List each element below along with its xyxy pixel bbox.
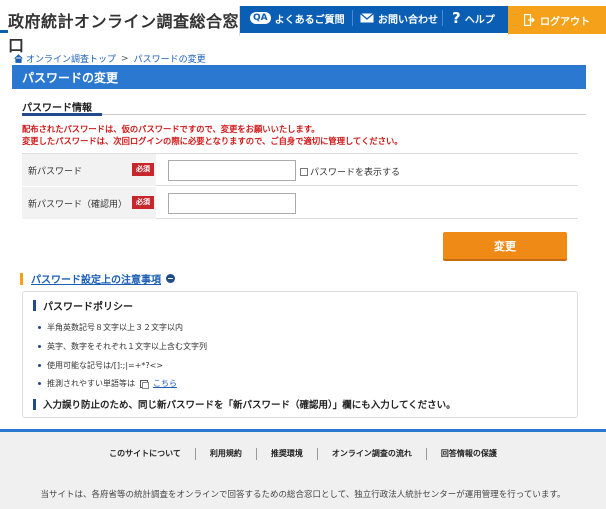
policy-item: 英字、数字をそれぞれ１文字以上含む文字列: [38, 341, 207, 352]
bullet-icon: [38, 326, 41, 329]
contact-link[interactable]: お問い合わせ: [360, 6, 438, 30]
section-underline-accent: [22, 113, 102, 116]
policy-item: 半角英数記号８文字以上３２文字以内: [38, 322, 183, 333]
show-password-label: パスワードを表示する: [310, 168, 401, 178]
policy-title-text: パスワードポリシー: [43, 302, 133, 313]
footer-link-environment[interactable]: 推奨環境: [255, 448, 317, 460]
logout-icon: [524, 14, 535, 26]
policy-link-here[interactable]: こちら: [153, 378, 177, 389]
new-password-label: 新パスワード 必須: [22, 154, 156, 186]
bullet-icon: [38, 345, 41, 348]
password-notes-toggle[interactable]: パスワード設定上の注意事項: [20, 271, 175, 286]
required-badge: 必須: [132, 196, 154, 209]
footer-nav: このサイトについて 利用規約 推奨環境 オンライン調査の流れ 回答情報の保護: [0, 448, 606, 460]
external-document-icon: [140, 379, 149, 389]
required-badge: 必須: [132, 163, 154, 176]
policy-warning: 入力誤り防止のため、同じ新パスワードを「新パスワード（確認用）」欄にも入力してく…: [33, 397, 456, 411]
contact-label: お問い合わせ: [378, 14, 438, 26]
logout-label: ログアウト: [540, 16, 590, 28]
section-heading: パスワード情報: [22, 103, 92, 114]
header-nav: QA よくあるご質問 お問い合わせ ? ヘルプ ログアウト: [240, 6, 606, 34]
breadcrumb-separator: >: [121, 53, 129, 64]
breadcrumb: オンライン調査トップ > パスワードの変更: [14, 52, 206, 65]
divider: [352, 10, 353, 26]
footer-link-about[interactable]: このサイトについて: [95, 448, 195, 460]
password-form: 新パスワード 必須 パスワードを表示する 新パスワード（確認用） 必須: [22, 153, 578, 219]
footer-link-terms[interactable]: 利用規約: [194, 448, 256, 460]
breadcrumb-current[interactable]: パスワードの変更: [134, 52, 206, 65]
help-label: ヘルプ: [464, 14, 495, 26]
policy-item: 推測されやすい単語等は こちら: [38, 378, 177, 389]
confirm-password-input[interactable]: [168, 193, 296, 214]
new-password-input[interactable]: [168, 160, 296, 181]
notice-line-2: 変更したパスワードは、次回ログインの際に必要となりますので、ご自身で適切に管理し…: [22, 136, 403, 146]
confirm-password-label-text: 新パスワード（確認用）: [28, 200, 128, 210]
new-password-row: 新パスワード 必須 パスワードを表示する: [22, 154, 578, 186]
policy-item-text: 半角英数記号８文字以上３２文字以内: [47, 323, 183, 332]
notice-line-1: 配布されたパスワードは、仮のパスワードですので、変更をお願いいたします。: [22, 124, 320, 134]
policy-title: パスワードポリシー: [33, 298, 133, 313]
faq-label: よくあるご質問: [274, 14, 345, 26]
logout-button[interactable]: ログアウト: [508, 6, 606, 34]
policy-warning-text: 入力誤り防止のため、同じ新パスワードを「新パスワード（確認用）」欄にも入力してく…: [43, 400, 456, 411]
new-password-label-text: 新パスワード: [28, 167, 83, 177]
policy-item-text: 使用可能な記号は/[]:;|=+*?<>: [47, 361, 164, 370]
divider: [442, 10, 443, 26]
footer-note: 当サイトは、各府省等の統計調査をオンラインで回答するための総合窓口として、独立行…: [40, 490, 566, 500]
bullet-icon: [38, 382, 41, 385]
breadcrumb-home-link[interactable]: オンライン調査トップ: [26, 52, 116, 65]
question-mark-icon: ?: [452, 9, 461, 27]
collapse-icon[interactable]: [166, 274, 175, 283]
confirm-password-label: 新パスワード（確認用） 必須: [22, 187, 156, 219]
password-notes-link[interactable]: パスワード設定上の注意事項: [31, 271, 161, 286]
policy-item-text: 英字、数字をそれぞれ１文字以上含む文字列: [47, 342, 207, 351]
page-title: パスワードの変更: [12, 65, 586, 89]
envelope-icon: [360, 13, 374, 23]
home-icon: [14, 54, 23, 63]
bullet-icon: [38, 364, 41, 367]
change-button[interactable]: 変更: [443, 232, 567, 261]
policy-item-text: 推測されやすい単語等は: [47, 379, 135, 388]
confirm-password-row: 新パスワード（確認用） 必須: [22, 187, 578, 219]
warning-accent-bar: [33, 398, 36, 410]
show-password-toggle[interactable]: パスワードを表示する: [300, 165, 400, 178]
help-link[interactable]: ? ヘルプ: [452, 6, 495, 30]
policy-title-bar: [33, 300, 36, 311]
qa-icon: QA: [250, 12, 271, 24]
footer-link-flow[interactable]: オンライン調査の流れ: [316, 448, 426, 460]
faq-link[interactable]: QA よくあるご質問: [250, 6, 345, 30]
show-password-checkbox[interactable]: [300, 167, 308, 176]
site-title[interactable]: 政府統計オンライン調査総合窓口: [8, 6, 240, 55]
heading-accent-bar: [20, 272, 23, 285]
section-underline: [22, 114, 586, 115]
policy-item: 使用可能な記号は/[]:;|=+*?<>: [38, 360, 163, 371]
password-notice: 配布されたパスワードは、仮のパスワードですので、変更をお願いいたします。 変更し…: [22, 123, 403, 147]
footer-link-protection[interactable]: 回答情報の保護: [425, 448, 511, 460]
